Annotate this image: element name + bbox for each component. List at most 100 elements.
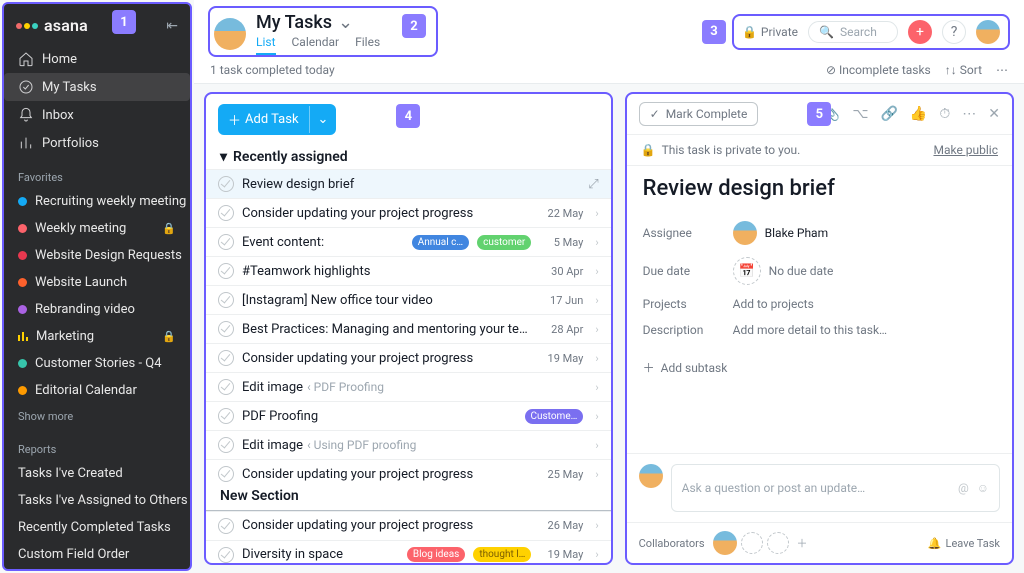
bell-icon bbox=[18, 107, 34, 123]
task-title[interactable]: Review design brief bbox=[643, 176, 996, 201]
sidebar-report-item[interactable]: Marketing & Recruiting Collabo… bbox=[4, 568, 190, 571]
task-check-icon[interactable] bbox=[218, 379, 234, 395]
link-icon[interactable]: 🔗 bbox=[880, 106, 897, 122]
tab-calendar[interactable]: Calendar bbox=[292, 35, 340, 55]
add-task-button[interactable]: ＋Add Task ⌄ bbox=[218, 104, 336, 135]
task-row[interactable]: Event content:Annual c…customer5 May› bbox=[206, 227, 611, 256]
due-date-value[interactable]: 📅No due date bbox=[733, 257, 834, 285]
task-row[interactable]: Edit image‹ PDF Proofing› bbox=[206, 372, 611, 401]
sidebar-collapse-icon[interactable]: ⇤ bbox=[166, 18, 178, 34]
tag-pill[interactable]: Blog ideas bbox=[407, 547, 465, 562]
mention-icon[interactable]: @ bbox=[958, 481, 969, 495]
add-subtask-button[interactable]: ＋Add subtask bbox=[643, 343, 996, 384]
expand-icon[interactable]: ⤢ bbox=[588, 177, 598, 192]
projects-value[interactable]: Add to projects bbox=[733, 297, 814, 311]
filter-incomplete[interactable]: ⊘ Incomplete tasks bbox=[826, 63, 931, 77]
tutorial-badge-1: 1 bbox=[112, 10, 136, 34]
privacy-indicator[interactable]: 🔒Private bbox=[742, 25, 798, 39]
add-task-dropdown[interactable]: ⌄ bbox=[309, 106, 337, 133]
subtask-icon[interactable]: ⌥ bbox=[852, 106, 868, 122]
more-icon[interactable]: ⋯ bbox=[962, 106, 976, 122]
sidebar-report-item[interactable]: Custom Field Order bbox=[4, 541, 190, 568]
sidebar-favorite-item[interactable]: Weekly meeting🔒 bbox=[4, 215, 190, 242]
task-row[interactable]: [Instagram] New office tour video17 Jun› bbox=[206, 285, 611, 314]
task-title: Consider updating your project progress bbox=[242, 206, 531, 221]
task-row[interactable]: #Teamwork highlights30 Apr› bbox=[206, 256, 611, 285]
collab-slot[interactable] bbox=[741, 532, 763, 554]
task-check-icon[interactable] bbox=[218, 547, 234, 563]
help-button[interactable]: ? bbox=[942, 20, 966, 44]
timer-icon[interactable]: ⏱ bbox=[939, 106, 950, 122]
add-collaborator-icon[interactable]: ＋ bbox=[797, 535, 808, 551]
task-row[interactable]: PDF ProofingCustome…› bbox=[206, 401, 611, 430]
tag-pill[interactable]: thought l… bbox=[473, 547, 531, 562]
task-check-icon[interactable] bbox=[218, 263, 234, 279]
tag-pill[interactable]: customer bbox=[477, 235, 531, 250]
sidebar-favorite-item[interactable]: Customer Stories - Q4 bbox=[4, 350, 190, 377]
sidebar-favorite-item[interactable]: Recruiting weekly meeting bbox=[4, 188, 190, 215]
nav-my-tasks[interactable]: My Tasks bbox=[4, 73, 190, 101]
nav-portfolios[interactable]: Portfolios bbox=[4, 129, 190, 157]
task-check-icon[interactable] bbox=[218, 518, 234, 534]
tab-files[interactable]: Files bbox=[355, 35, 380, 55]
more-icon[interactable]: ⋯ bbox=[996, 63, 1008, 77]
task-check-icon[interactable] bbox=[218, 176, 234, 192]
sort-button[interactable]: ↑↓ Sort bbox=[945, 63, 982, 77]
sidebar-report-item[interactable]: Tasks I've Assigned to Others bbox=[4, 487, 190, 514]
task-row[interactable]: Consider updating your project progress2… bbox=[206, 198, 611, 227]
search-input[interactable]: 🔍Search bbox=[808, 21, 898, 43]
task-check-icon[interactable] bbox=[218, 321, 234, 337]
task-check-icon[interactable] bbox=[218, 408, 234, 424]
main-area: My Tasks ⌄ List Calendar Files 2 3 🔒Priv… bbox=[194, 0, 1024, 573]
nav-inbox[interactable]: Inbox bbox=[4, 101, 190, 129]
lock-icon: 🔒 bbox=[742, 25, 757, 39]
task-check-icon[interactable] bbox=[218, 234, 234, 250]
task-date: 30 Apr bbox=[539, 265, 583, 278]
task-title: #Teamwork highlights bbox=[242, 264, 531, 279]
task-check-icon[interactable] bbox=[218, 292, 234, 308]
collaborators[interactable]: ＋ bbox=[713, 531, 808, 555]
task-check-icon[interactable] bbox=[218, 437, 234, 453]
tag-pill[interactable]: Custome… bbox=[525, 409, 584, 424]
mark-complete-button[interactable]: ✓Mark Complete bbox=[639, 102, 759, 126]
task-row[interactable]: Diversity in spaceBlog ideasthought l…19… bbox=[206, 540, 611, 563]
like-icon[interactable]: 👍 bbox=[910, 106, 927, 122]
section-new-section[interactable]: New Section bbox=[206, 482, 611, 511]
comment-input[interactable]: Ask a question or post an update… @☺ bbox=[671, 464, 1000, 512]
task-row[interactable]: Consider updating your project progress2… bbox=[206, 459, 611, 482]
task-row[interactable]: Best Practices: Managing and mentoring y… bbox=[206, 314, 611, 343]
task-row[interactable]: Consider updating your project progress1… bbox=[206, 343, 611, 372]
task-row[interactable]: Edit image‹ Using PDF proofing› bbox=[206, 430, 611, 459]
nav-home[interactable]: Home bbox=[4, 45, 190, 73]
tab-list[interactable]: List bbox=[256, 35, 276, 55]
profile-avatar[interactable] bbox=[976, 20, 1000, 44]
description-value[interactable]: Add more detail to this task… bbox=[733, 323, 887, 337]
section-recently-assigned[interactable]: ▾ Recently assigned bbox=[206, 145, 611, 169]
assignee-value[interactable]: Blake Pham bbox=[733, 221, 828, 245]
task-check-icon[interactable] bbox=[218, 466, 234, 482]
favorite-label: Website Design Requests bbox=[35, 248, 182, 263]
collab-slot[interactable] bbox=[767, 532, 789, 554]
tag-pill[interactable]: Annual c… bbox=[412, 235, 469, 250]
close-icon[interactable]: ✕ bbox=[988, 106, 1000, 122]
make-public-link[interactable]: Make public bbox=[933, 143, 998, 157]
sidebar-favorite-item[interactable]: Marketing🔒 bbox=[4, 323, 190, 350]
global-add-button[interactable]: + bbox=[908, 20, 932, 44]
sidebar-report-item[interactable]: Tasks I've Created bbox=[4, 460, 190, 487]
leave-task-button[interactable]: 🔔Leave Task bbox=[928, 537, 1000, 550]
sidebar-favorite-item[interactable]: Editorial Calendar bbox=[4, 377, 190, 404]
show-more-link[interactable]: Show more bbox=[4, 404, 190, 429]
sidebar-favorite-item[interactable]: Website Launch bbox=[4, 269, 190, 296]
task-row[interactable]: Consider updating your project progress2… bbox=[206, 511, 611, 540]
user-avatar[interactable] bbox=[214, 18, 246, 50]
task-row[interactable]: Review design brief⤢ bbox=[206, 169, 611, 198]
task-check-icon[interactable] bbox=[218, 350, 234, 366]
task-title: Edit image‹ Using PDF proofing bbox=[242, 438, 583, 453]
sidebar-favorite-item[interactable]: Website Design Requests bbox=[4, 242, 190, 269]
emoji-icon[interactable]: ☺ bbox=[977, 481, 989, 495]
task-check-icon[interactable] bbox=[218, 205, 234, 221]
assignee-label: Assignee bbox=[643, 226, 733, 240]
sidebar-favorite-item[interactable]: Rebranding video bbox=[4, 296, 190, 323]
chevron-down-icon[interactable]: ⌄ bbox=[338, 12, 353, 33]
sidebar-report-item[interactable]: Recently Completed Tasks bbox=[4, 514, 190, 541]
